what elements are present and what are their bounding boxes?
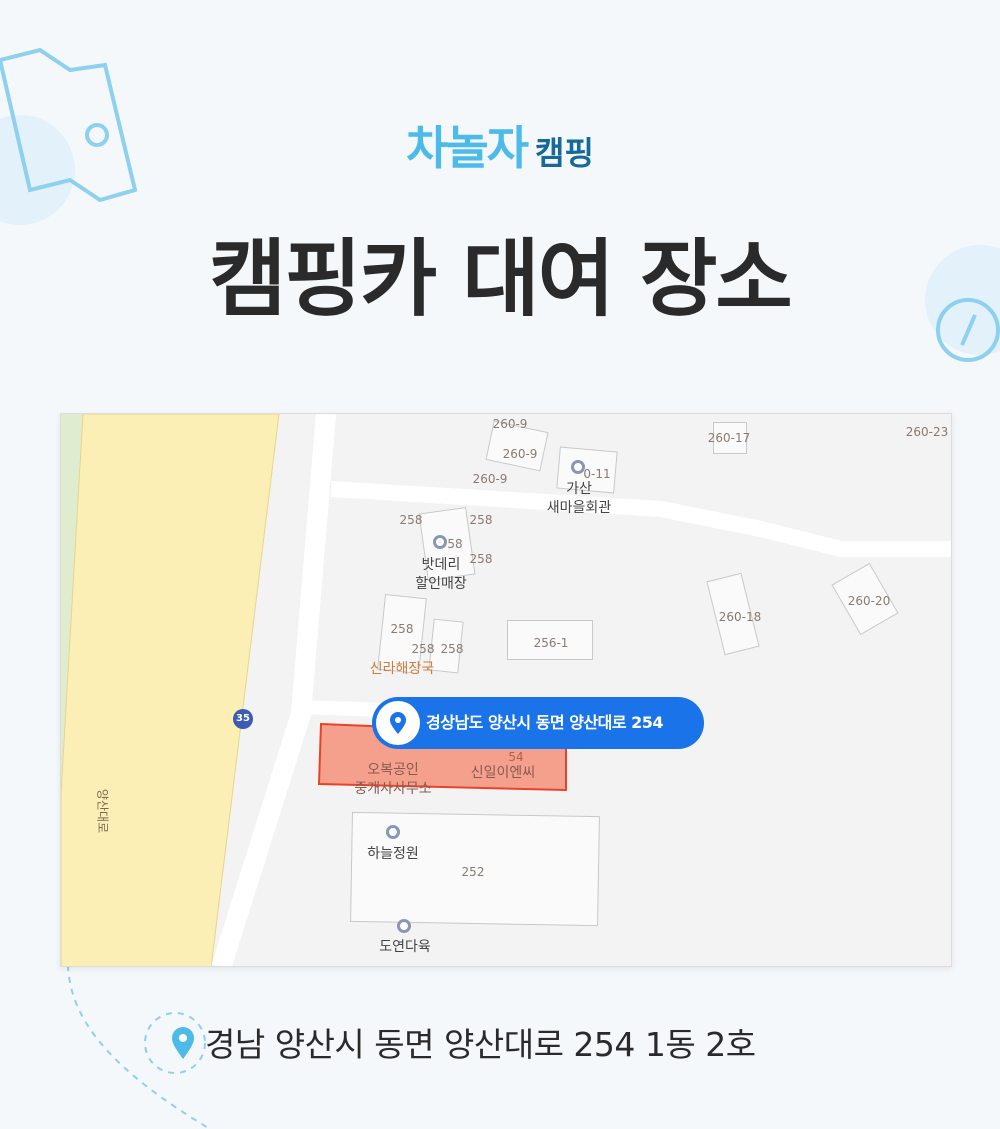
map-label: 260-9	[502, 447, 538, 461]
poi-label[interactable]: 밧데리	[422, 554, 461, 574]
map-label: 260-17	[707, 431, 751, 445]
location-pin-icon	[376, 701, 420, 745]
poi-label[interactable]: 중개사사무소	[354, 778, 431, 798]
poi-label[interactable]: 도연다육	[379, 936, 431, 956]
poi-label[interactable]: 새마을회관	[547, 497, 611, 517]
poi-label[interactable]: 할인매장	[415, 573, 467, 593]
location-pin-icon	[172, 1027, 194, 1059]
map-label: 258	[469, 513, 493, 527]
map-label: 260-23	[905, 425, 949, 439]
map-view[interactable]: 260-9 260-9 260-9 260-17 260-23 0-11 가산 …	[60, 413, 952, 967]
callout-address: 경상남도 양산시 동면 양산대로 254	[426, 713, 664, 732]
map-label: 258	[411, 642, 435, 656]
page-title: 캠핑카 대여 장소	[209, 230, 792, 328]
map-label: 258	[440, 642, 464, 656]
map-label: 260-9	[492, 417, 528, 431]
poi-label[interactable]: 가산	[566, 478, 592, 498]
poi-label[interactable]: 하늘정원	[367, 843, 419, 863]
brand-logo: 차놀자 캠핑	[0, 112, 1000, 178]
map-label: 252	[461, 865, 485, 879]
map-label: 260-18	[718, 610, 762, 624]
location-callout[interactable]: 경상남도 양산시 동면 양산대로 254	[372, 697, 704, 749]
route-shield: 35	[233, 709, 253, 729]
map-label: 258	[469, 552, 493, 566]
map-label: 260-20	[847, 594, 891, 608]
map-label: 260-9	[472, 472, 508, 486]
address-text: 경남 양산시 동면 양산대로 254 1동 2호	[205, 1025, 756, 1064]
map-label: 58	[447, 537, 463, 551]
map-label: 258	[390, 622, 414, 636]
brand-sub: 캠핑	[535, 134, 594, 172]
map-label: 256-1	[533, 636, 569, 650]
poi-label[interactable]: 신라해장국	[370, 658, 434, 678]
brand-logo-text: 차놀자	[406, 121, 529, 175]
map-label: 258	[399, 513, 423, 527]
poi-label[interactable]: 신일이엔씨	[471, 762, 535, 782]
poi-label[interactable]: 오복공인	[367, 759, 419, 779]
road-label: 양산대로	[95, 788, 110, 834]
